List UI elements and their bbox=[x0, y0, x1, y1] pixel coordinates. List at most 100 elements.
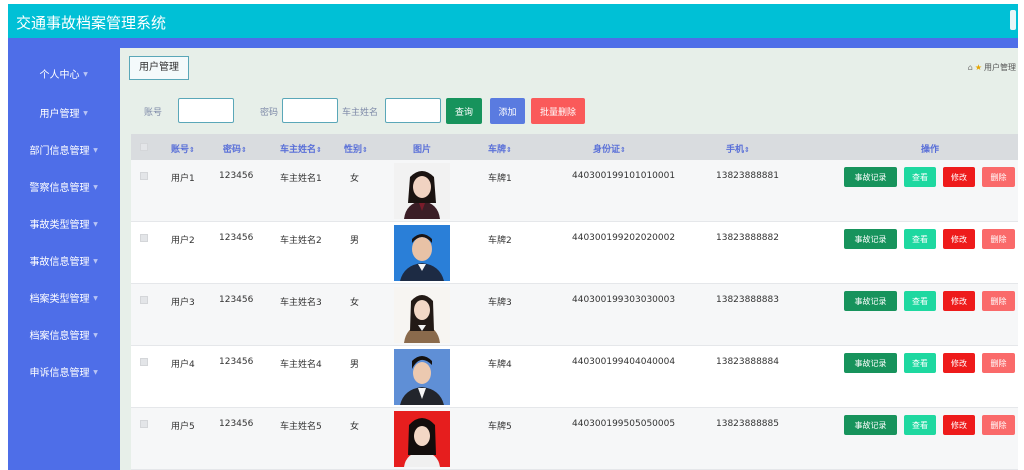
delete-button[interactable]: 删除 bbox=[982, 415, 1015, 435]
cell-gender: 女 bbox=[350, 174, 360, 184]
cell-owner-name: 车主姓名2 bbox=[280, 236, 322, 246]
edit-button[interactable]: 修改 bbox=[943, 353, 975, 373]
delete-button[interactable]: 删除 bbox=[982, 291, 1015, 311]
sidebar-item-label: 档案类型管理 bbox=[29, 294, 90, 305]
query-button[interactable]: 查询 bbox=[446, 98, 482, 124]
cell-owner-name: 车主姓名3 bbox=[280, 298, 322, 308]
cell-plate: 车牌5 bbox=[488, 422, 512, 432]
cell-phone: 13823888885 bbox=[716, 419, 779, 429]
table-header: 账号⇕ 密码⇕ 车主姓名⇕ 性别⇕ 图片 车牌⇕ 身份证⇕ 手机⇕ 操作 bbox=[131, 134, 1018, 160]
chevron-down-icon: ▼ bbox=[93, 184, 98, 191]
cell-plate: 车牌2 bbox=[488, 236, 512, 246]
home-icon[interactable]: ⌂ bbox=[968, 63, 973, 72]
sidebar-item-accident-types[interactable]: 事故类型管理 ▼ bbox=[8, 215, 120, 237]
cell-gender: 女 bbox=[350, 422, 360, 432]
row-checkbox[interactable] bbox=[140, 296, 148, 304]
sort-icon: ⇕ bbox=[316, 146, 322, 154]
row-checkbox[interactable] bbox=[140, 420, 148, 428]
table-row: 用户5 123456 车主姓名5 女 车牌5 44030019950505000… bbox=[131, 408, 1018, 470]
edit-button[interactable]: 修改 bbox=[943, 167, 975, 187]
accident-record-button[interactable]: 事故记录 bbox=[844, 229, 897, 249]
cell-plate: 车牌3 bbox=[488, 298, 512, 308]
password-input[interactable] bbox=[282, 98, 338, 123]
sidebar-item-label: 警察信息管理 bbox=[29, 183, 90, 194]
accident-record-button[interactable]: 事故记录 bbox=[844, 415, 897, 435]
sidebar-item-departments[interactable]: 部门信息管理 ▼ bbox=[8, 141, 120, 163]
cell-owner-name: 车主姓名5 bbox=[280, 422, 322, 432]
cell-phone: 13823888884 bbox=[716, 357, 779, 367]
delete-button[interactable]: 删除 bbox=[982, 229, 1015, 249]
sidebar-item-personal-center[interactable]: 个人中心 ▼ bbox=[8, 65, 120, 87]
cell-gender: 女 bbox=[350, 298, 360, 308]
delete-button[interactable]: 删除 bbox=[982, 353, 1015, 373]
cell-id-card: 440300199202020002 bbox=[572, 233, 676, 243]
cell-plate: 车牌1 bbox=[488, 174, 512, 184]
account-label: 账号 bbox=[144, 108, 163, 118]
scroll-edge bbox=[1018, 48, 1024, 470]
cell-phone: 13823888881 bbox=[716, 171, 779, 181]
sort-icon: ⇕ bbox=[362, 146, 368, 154]
edit-button[interactable]: 修改 bbox=[943, 291, 975, 311]
header-password[interactable]: 密码⇕ bbox=[223, 142, 247, 155]
owner-name-label: 车主姓名 bbox=[342, 108, 379, 118]
accident-record-button[interactable]: 事故记录 bbox=[844, 291, 897, 311]
header-owner-name[interactable]: 车主姓名⇕ bbox=[280, 142, 322, 155]
view-button[interactable]: 查看 bbox=[904, 291, 936, 311]
chevron-down-icon: ▼ bbox=[93, 369, 98, 376]
header-phone[interactable]: 手机⇕ bbox=[726, 142, 750, 155]
cell-account: 用户1 bbox=[171, 174, 195, 184]
cell-account: 用户2 bbox=[171, 236, 195, 246]
chevron-down-icon: ▼ bbox=[93, 258, 98, 265]
sidebar-item-users[interactable]: 用户管理 ▼ bbox=[8, 104, 120, 126]
accident-record-button[interactable]: 事故记录 bbox=[844, 167, 897, 187]
sort-icon: ⇕ bbox=[744, 146, 750, 154]
delete-button[interactable]: 删除 bbox=[982, 167, 1015, 187]
header-edge bbox=[1010, 10, 1016, 30]
header-gender[interactable]: 性别⇕ bbox=[344, 142, 368, 155]
table-row: 用户2 123456 车主姓名2 男 车牌2 44030019920202000… bbox=[131, 222, 1018, 284]
batch-delete-button[interactable]: 批量删除 bbox=[531, 98, 585, 124]
row-checkbox[interactable] bbox=[140, 172, 148, 180]
account-input[interactable] bbox=[178, 98, 234, 123]
view-button[interactable]: 查看 bbox=[904, 229, 936, 249]
header-photo: 图片 bbox=[413, 145, 432, 155]
header-actions: 操作 bbox=[921, 145, 940, 155]
header-plate[interactable]: 车牌⇕ bbox=[488, 142, 512, 155]
sidebar-item-appeals[interactable]: 申诉信息管理 ▼ bbox=[8, 363, 120, 385]
row-checkbox[interactable] bbox=[140, 358, 148, 366]
sort-icon: ⇕ bbox=[620, 146, 626, 154]
sidebar-item-accident-info[interactable]: 事故信息管理 ▼ bbox=[8, 252, 120, 274]
view-button[interactable]: 查看 bbox=[904, 167, 936, 187]
row-checkbox[interactable] bbox=[140, 234, 148, 242]
select-all-checkbox[interactable] bbox=[140, 143, 148, 151]
owner-name-input[interactable] bbox=[385, 98, 441, 123]
view-button[interactable]: 查看 bbox=[904, 353, 936, 373]
cell-password: 123456 bbox=[219, 233, 254, 243]
sidebar-item-label: 档案信息管理 bbox=[29, 331, 90, 342]
sidebar-item-archive-types[interactable]: 档案类型管理 ▼ bbox=[8, 289, 120, 311]
sort-icon: ⇕ bbox=[189, 146, 195, 154]
search-bar: 账号 密码 车主姓名 查询 添加 批量删除 bbox=[120, 98, 1018, 124]
edit-button[interactable]: 修改 bbox=[943, 229, 975, 249]
header-id-card[interactable]: 身份证⇕ bbox=[593, 142, 626, 155]
cell-id-card: 440300199404040004 bbox=[572, 357, 676, 367]
cell-password: 123456 bbox=[219, 419, 254, 429]
sidebar-item-archive-info[interactable]: 档案信息管理 ▼ bbox=[8, 326, 120, 348]
cell-id-card: 440300199303030003 bbox=[572, 295, 676, 305]
user-photo bbox=[394, 349, 450, 405]
chevron-down-icon: ▼ bbox=[83, 71, 88, 78]
table-row: 用户3 123456 车主姓名3 女 车牌3 44030019930303000… bbox=[131, 284, 1018, 346]
user-photo bbox=[394, 163, 450, 219]
sidebar-item-label: 用户管理 bbox=[39, 109, 80, 120]
tab-user-management[interactable]: 用户管理 bbox=[129, 56, 189, 80]
star-icon: ★ bbox=[974, 63, 982, 72]
edit-button[interactable]: 修改 bbox=[943, 415, 975, 435]
header-account[interactable]: 账号⇕ bbox=[171, 142, 195, 155]
sidebar-item-label: 事故类型管理 bbox=[29, 220, 90, 231]
sidebar-item-label: 事故信息管理 bbox=[29, 257, 90, 268]
sidebar-item-police[interactable]: 警察信息管理 ▼ bbox=[8, 178, 120, 200]
accident-record-button[interactable]: 事故记录 bbox=[844, 353, 897, 373]
user-photo bbox=[394, 411, 450, 467]
add-button[interactable]: 添加 bbox=[490, 98, 525, 124]
view-button[interactable]: 查看 bbox=[904, 415, 936, 435]
